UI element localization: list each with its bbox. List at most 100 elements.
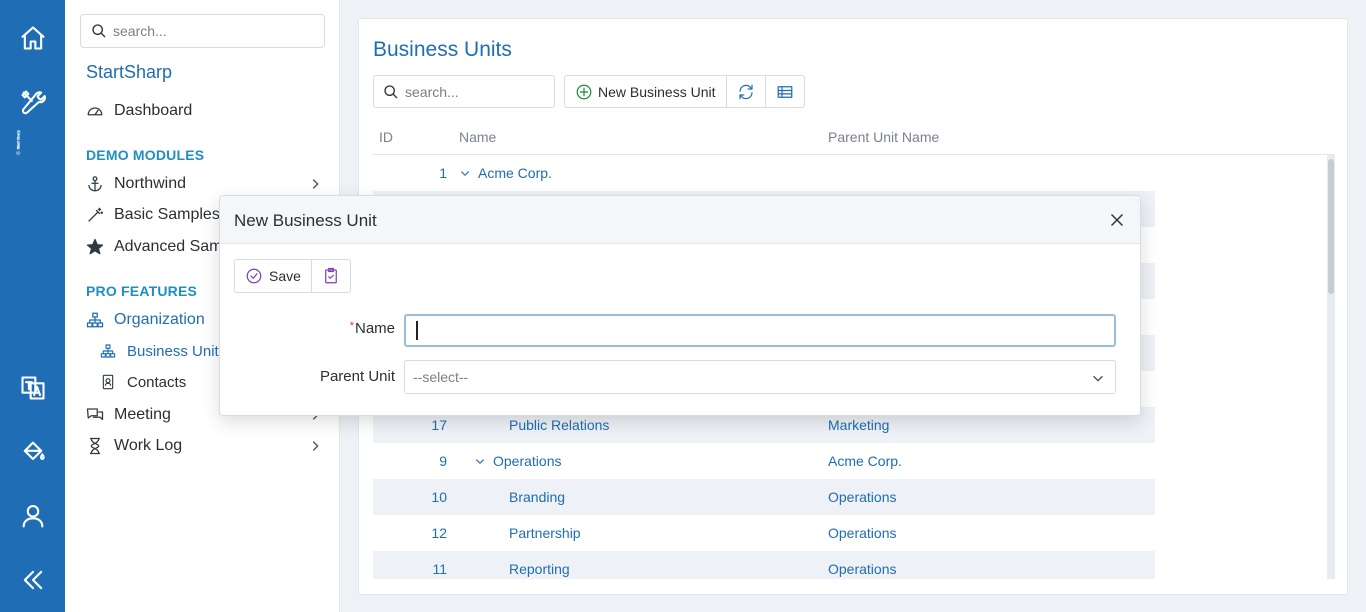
user-icon[interactable] (0, 496, 65, 536)
chevron-right-icon (308, 439, 322, 453)
name-field-label: *Name (320, 320, 395, 337)
apply-changes-button[interactable] (312, 260, 350, 292)
cell-name-text: Acme Corp. (478, 165, 552, 181)
brand-text-start: Start (17, 140, 21, 149)
collapse-icon[interactable] (0, 560, 65, 600)
cell-name[interactable]: Public Relations (509, 417, 609, 433)
cell-parent: Marketing (828, 417, 890, 433)
table-row[interactable]: 11 Reporting Operations (373, 551, 1155, 579)
paint-bucket-icon[interactable] (0, 432, 65, 472)
dialog-title: New Business Unit (234, 211, 377, 230)
grid-search-input[interactable] (405, 83, 545, 100)
cell-name[interactable]: Branding (509, 489, 565, 505)
sidebar-item-work-log[interactable]: Work Log (85, 434, 330, 458)
sidebar-item-label: Contacts (127, 373, 187, 391)
cell-name[interactable]: Operations (474, 453, 561, 469)
org-chart-icon (85, 310, 105, 330)
name-label-text: Name (354, 320, 395, 337)
dialog-header: New Business Unit (220, 196, 1140, 244)
parent-unit-value: --select-- (413, 369, 469, 385)
scrollbar-thumb[interactable] (1328, 159, 1334, 294)
home-icon[interactable] (0, 18, 65, 58)
translate-icon[interactable] (0, 368, 65, 408)
tools-icon[interactable] (0, 82, 65, 122)
cell-id: 1 (439, 165, 447, 181)
required-marker: * (349, 320, 354, 332)
refresh-icon (738, 84, 753, 99)
grid-toolbar: New Business Unit (564, 75, 805, 108)
refresh-button[interactable] (727, 76, 766, 107)
nav-app-title[interactable]: StartSharp (86, 62, 172, 83)
chevron-down-icon[interactable] (459, 167, 471, 179)
grid-search-box[interactable] (373, 75, 555, 108)
nav-section-pro: PRO FEATURES (86, 283, 198, 299)
column-picker-button[interactable] (766, 76, 804, 107)
sidebar-item-label: Basic Samples (114, 206, 220, 223)
check-circle-icon (246, 268, 262, 284)
cell-name[interactable]: Reporting (509, 561, 570, 577)
plus-circle-icon (576, 84, 592, 99)
parent-unit-label: Parent Unit (319, 368, 395, 385)
cell-name-text: Reporting (509, 561, 570, 577)
cell-parent: Operations (828, 525, 897, 541)
cell-name[interactable]: Acme Corp. (459, 165, 552, 181)
table-row[interactable]: 9 Operations Acme Corp. (373, 443, 1155, 479)
brand-text-sharp: Sharp (17, 129, 21, 140)
cell-id: 17 (431, 417, 447, 433)
nav-search-input[interactable] (113, 23, 303, 39)
table-icon (777, 85, 792, 98)
brand-logo: Start Sharp (15, 129, 21, 156)
table-row[interactable]: 1 Acme Corp. (373, 155, 1155, 191)
sidebar-item-northwind[interactable]: Northwind (85, 172, 330, 196)
search-icon (384, 84, 398, 98)
hourglass-icon (85, 436, 105, 456)
sidebar-item-label: Work Log (114, 437, 183, 454)
anchor-icon (85, 174, 105, 194)
cell-name-text: Partnership (509, 525, 581, 541)
contact-card-icon (98, 372, 118, 392)
cell-name[interactable]: Partnership (509, 525, 581, 541)
chevron-down-icon (1093, 375, 1103, 382)
magic-wand-icon (85, 205, 105, 225)
text-caret (416, 321, 418, 340)
search-icon (92, 24, 106, 38)
clipboard-check-icon (325, 267, 337, 284)
cell-id: 9 (439, 453, 447, 469)
sidebar-item-dashboard[interactable]: Dashboard (85, 99, 330, 123)
dialog-toolbar: Save (234, 259, 351, 293)
app-rail: Start Sharp (0, 0, 65, 612)
new-business-unit-dialog: New Business Unit Save *Name Parent Unit… (219, 195, 1141, 416)
cell-name-text: Public Relations (509, 417, 610, 433)
cell-id: 12 (431, 525, 447, 541)
parent-unit-select[interactable]: --select-- (404, 360, 1116, 394)
nav-section-demo: DEMO MODULES (86, 147, 205, 163)
save-button[interactable]: Save (235, 260, 312, 292)
save-label: Save (269, 268, 301, 284)
cell-id: 10 (431, 489, 447, 505)
chevron-right-icon (308, 177, 322, 191)
cell-id: 11 (432, 561, 447, 577)
page-title: Business Units (373, 38, 512, 61)
table-row[interactable]: 12 Partnership Operations (373, 515, 1155, 551)
column-header-name[interactable]: Name (459, 129, 496, 145)
sidebar-item-label: Meeting (114, 406, 171, 423)
nav-search-box[interactable] (80, 14, 325, 48)
column-header-id[interactable]: ID (379, 129, 393, 145)
new-business-unit-button[interactable]: New Business Unit (565, 76, 727, 107)
chat-bubbles-icon (85, 405, 105, 425)
new-business-unit-label: New Business Unit (598, 83, 716, 100)
cell-parent: Acme Corp. (828, 453, 902, 469)
cell-parent: Operations (828, 489, 897, 505)
table-row[interactable]: 10 Branding Operations (373, 479, 1155, 515)
cell-name-text: Branding (509, 489, 566, 505)
name-field[interactable] (404, 314, 1116, 347)
sidebar-item-label: Business Units (127, 342, 227, 360)
chevron-down-icon[interactable] (474, 455, 486, 467)
org-chart-icon (98, 341, 118, 361)
sidebar-item-label: Organization (114, 311, 205, 328)
star-icon (85, 237, 105, 257)
speedometer-icon (85, 101, 105, 121)
column-header-parent[interactable]: Parent Unit Name (828, 129, 939, 145)
sidebar-item-label: Northwind (114, 175, 187, 192)
close-icon[interactable] (1106, 209, 1128, 231)
